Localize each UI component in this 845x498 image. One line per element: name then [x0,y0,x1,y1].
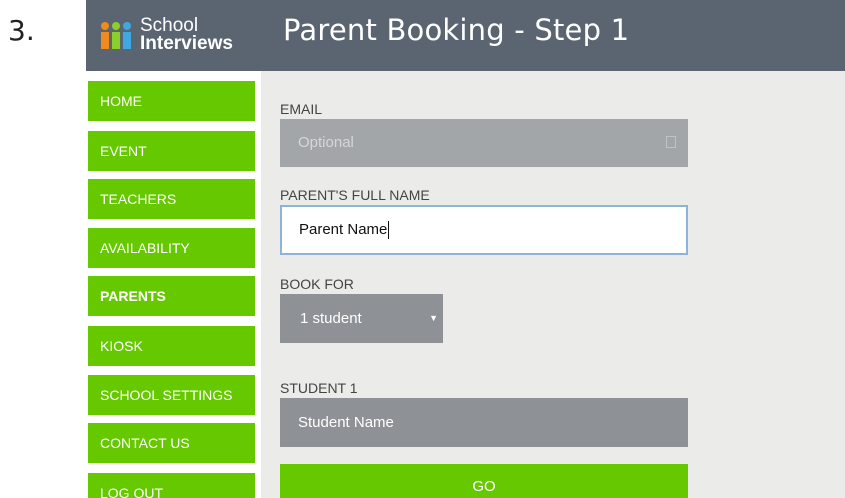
app-window: School Interviews Parent Booking - Step … [86,0,845,498]
sidebar-item-school-settings[interactable]: SCHOOL SETTINGS [88,375,255,415]
logo[interactable]: School Interviews [98,13,233,57]
dropdown-arrow-icon: ▼ [429,313,438,323]
student1-placeholder: Student Name [298,414,394,431]
parent-name-field[interactable]: Parent Name [280,205,688,255]
booking-form: EMAIL Optional PARENT'S FULL NAME Parent… [261,71,845,498]
sidebar-item-teachers[interactable]: TEACHERS [88,179,255,219]
sidebar-item-log-out[interactable]: LOG OUT [88,473,255,498]
email-field[interactable]: Optional [280,119,688,167]
sidebar-item-home[interactable]: HOME [88,81,255,121]
sidebar-item-availability[interactable]: AVAILABILITY [88,228,255,268]
student1-label: STUDENT 1 [280,380,358,396]
book-for-select[interactable]: 1 student ▼ [280,294,443,343]
parent-name-value: Parent Name [299,221,388,238]
student1-name-field[interactable]: Student Name [280,398,688,447]
email-placeholder: Optional [298,134,354,151]
sidebar-item-kiosk[interactable]: KIOSK [88,326,255,366]
header-bar: School Interviews Parent Booking - Step … [86,0,845,71]
page-title: Parent Booking - Step 1 [283,13,630,47]
step-number: 3. [8,14,35,47]
go-button[interactable]: GO [280,464,688,498]
autofill-icon[interactable] [666,136,676,148]
sidebar-item-contact-us[interactable]: CONTACT US [88,423,255,463]
sidebar-item-parents[interactable]: PARENTS [88,276,255,316]
book-for-value: 1 student [300,310,362,327]
text-caret [388,221,390,240]
people-logo-icon [98,20,134,50]
email-label: EMAIL [280,101,323,117]
parent-name-label: PARENT'S FULL NAME [280,187,430,203]
sidebar-item-event[interactable]: EVENT [88,131,255,171]
logo-line-interviews: Interviews [140,33,233,54]
logo-text: School Interviews [140,16,233,54]
book-for-label: BOOK FOR [280,276,354,292]
sidebar-nav: HOME EVENT TEACHERS AVAILABILITY PARENTS… [86,71,261,498]
